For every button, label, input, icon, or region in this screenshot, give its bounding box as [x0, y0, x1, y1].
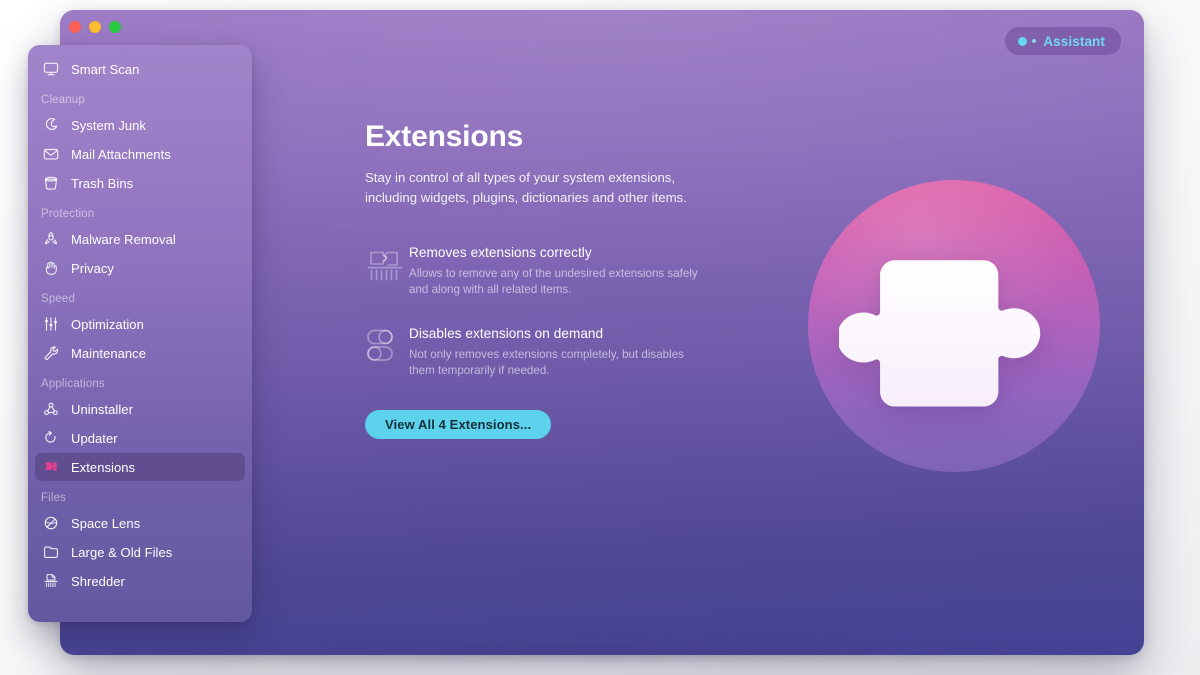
sidebar-section-label: Speed	[41, 293, 76, 305]
sidebar-item-trash-bins[interactable]: Trash Bins	[35, 169, 245, 197]
biohazard-icon	[40, 229, 62, 249]
feature-description: Not only removes extensions completely, …	[409, 348, 684, 377]
sliders-icon	[40, 314, 62, 334]
refresh-arrow-icon	[40, 428, 62, 448]
sidebar-item-label: Smart Scan	[71, 61, 140, 77]
sidebar-section-label: Protection	[41, 208, 95, 220]
sidebar-item-updater[interactable]: Updater	[35, 424, 245, 452]
sidebar: Smart Scan Cleanup System Junk Mail Attachm…	[28, 45, 252, 622]
sidebar-item-label: Large & Old Files	[71, 544, 173, 560]
assistant-dot-icon	[1018, 36, 1028, 46]
feature-title: Removes extensions correctly	[409, 245, 592, 260]
sidebar-item-system-junk[interactable]: System Junk	[35, 111, 245, 139]
trash-bin-icon	[40, 173, 62, 193]
feature-row: Removes extensions correctly Allows to r…	[365, 244, 725, 297]
sidebar-item-label: System Junk	[71, 117, 146, 133]
toggle-switches-icon	[365, 325, 409, 367]
sidebar-item-label: Malware Removal	[71, 231, 176, 247]
feature-description: Allows to remove any of the undesired ex…	[409, 267, 698, 296]
sidebar-section-label: Applications	[41, 378, 105, 390]
sidebar-item-label: Privacy	[71, 260, 114, 276]
wrench-icon	[40, 343, 62, 363]
broom-icon	[40, 115, 62, 135]
feature-row: Disables extensions on demand Not only r…	[365, 325, 725, 378]
sidebar-item-uninstaller[interactable]: Uninstaller	[35, 395, 245, 423]
feature-title: Disables extensions on demand	[409, 326, 604, 341]
app-uninstall-icon	[40, 399, 62, 419]
feature-list: Removes extensions correctly Allows to r…	[365, 244, 725, 378]
maximize-button[interactable]	[109, 21, 121, 33]
sidebar-item-label: Optimization	[71, 316, 144, 332]
hand-icon	[40, 258, 62, 278]
sidebar-item-mail-attachments[interactable]: Mail Attachments	[35, 140, 245, 168]
sidebar-section-label: Cleanup	[41, 94, 85, 106]
sidebar-item-shredder[interactable]: Shredder	[35, 567, 245, 595]
sidebar-item-maintenance[interactable]: Maintenance	[35, 339, 245, 367]
feature-text: Disables extensions on demand Not only r…	[409, 325, 725, 378]
envelope-icon	[40, 144, 62, 164]
sidebar-item-label: Trash Bins	[71, 175, 134, 191]
sidebar-item-malware-removal[interactable]: Malware Removal	[35, 225, 245, 253]
sidebar-item-optimization[interactable]: Optimization	[35, 310, 245, 338]
page-title: Extensions	[365, 120, 524, 153]
puzzle-shredder-icon	[365, 244, 409, 286]
folder-icon	[40, 542, 62, 562]
sidebar-item-extensions[interactable]: Extensions	[35, 453, 245, 481]
shredder-icon	[40, 571, 62, 591]
planet-lens-icon	[40, 513, 62, 533]
main-content: Extensions Stay in control of all types …	[365, 120, 1125, 439]
window-controls	[69, 21, 121, 33]
sidebar-item-privacy[interactable]: Privacy	[35, 254, 245, 282]
sidebar-item-label: Uninstaller	[71, 401, 133, 417]
assistant-label: Assistant	[1043, 33, 1105, 49]
assistant-dot-small-icon	[1032, 39, 1037, 43]
view-all-extensions-button[interactable]: View All 4 Extensions...	[365, 410, 552, 439]
sidebar-item-label: Extensions	[71, 459, 136, 475]
sidebar-item-large-old-files[interactable]: Large & Old Files	[35, 538, 245, 566]
window-drop-shadow	[92, 640, 1112, 660]
display-icon	[40, 59, 62, 79]
sidebar-item-smart-scan[interactable]: Smart Scan	[35, 55, 245, 83]
sidebar-item-label: Mail Attachments	[71, 146, 171, 162]
sidebar-item-label: Updater	[71, 430, 118, 446]
sidebar-item-label: Space Lens	[71, 515, 141, 531]
desktop-background: Assistant Extensions Stay in control of …	[0, 0, 1200, 675]
sidebar-item-label: Maintenance	[71, 345, 146, 361]
sidebar-item-label: Shredder	[71, 573, 125, 589]
feature-text: Removes extensions correctly Allows to r…	[409, 244, 725, 297]
puzzle-icon	[40, 457, 62, 477]
sidebar-item-space-lens[interactable]: Space Lens	[35, 509, 245, 537]
page-description: Stay in control of all types of your sys…	[365, 170, 687, 205]
assistant-button[interactable]: Assistant	[1005, 27, 1121, 55]
minimize-button[interactable]	[89, 21, 101, 33]
sidebar-section-label: Files	[41, 492, 67, 504]
close-button[interactable]	[69, 21, 81, 33]
